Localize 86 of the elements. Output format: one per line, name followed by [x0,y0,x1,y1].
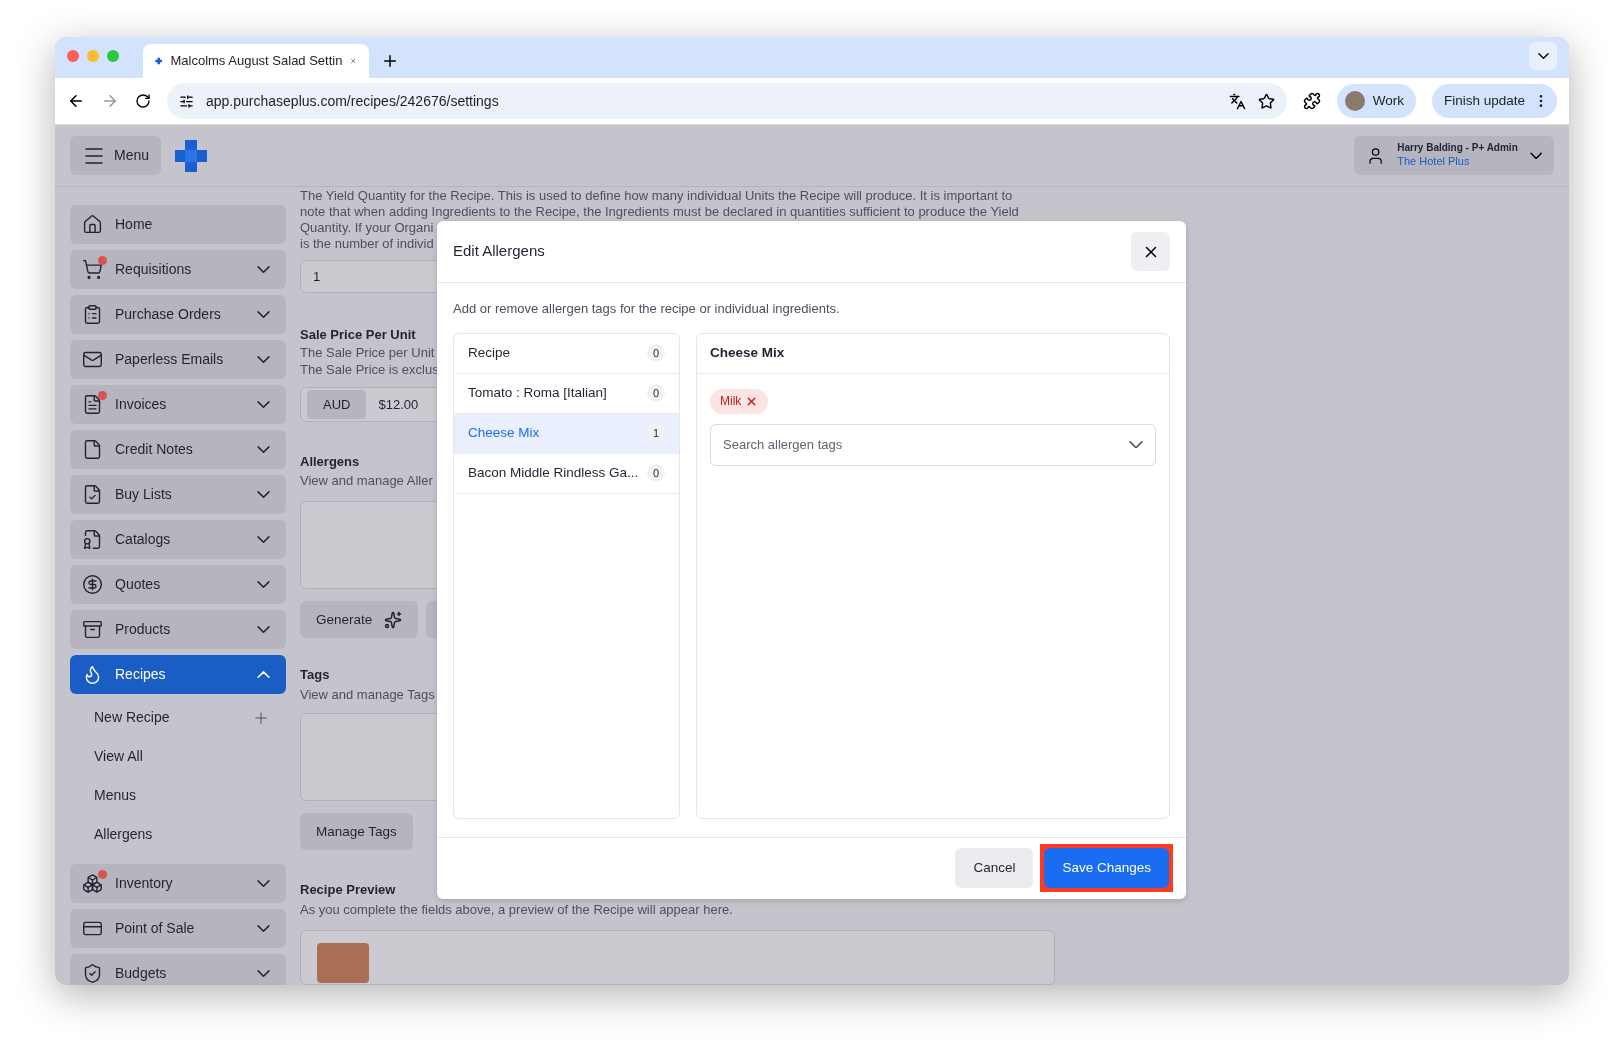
allergen-tag: Milk [710,388,769,414]
reload-icon[interactable] [135,93,151,109]
list-item[interactable]: Cheese Mix 1 [454,413,679,454]
dialog-description: Add or remove allergen tags for the recipe or individual ingredients. [452,300,841,318]
user-name: Harry Balding - P+ Admin [1397,142,1518,155]
shield-icon [82,963,103,984]
list-item[interactable]: Tomato : Roma [Italian] 0 [454,373,679,414]
sidebar-item[interactable]: Invoices [70,385,286,424]
section-heading: Sale Price Per Unit [300,325,416,344]
list-item[interactable]: Bacon Middle Rindless Ga... 0 [454,453,679,494]
finish-update-button[interactable]: Finish update [1431,84,1557,118]
checked-document-icon [82,484,103,505]
sidebar-item[interactable]: Products [70,610,286,649]
extensions-icon[interactable] [1302,92,1321,110]
address-field[interactable]: app.purchaseplus.com/recipes/242676/settings [167,83,1287,119]
sidebar-item[interactable]: Credit Notes [70,430,286,469]
sidebar-item[interactable]: Inventory [70,864,286,903]
sidebar-item[interactable]: Catalogs [70,520,286,559]
cart-icon [82,259,103,280]
avatar-icon [1344,91,1365,111]
document-icon [82,394,103,415]
user-menu[interactable]: Harry Balding - P+ Admin The Hotel Plus [1354,136,1554,175]
section-heading: Recipe Preview [300,881,396,900]
chevron-down-icon [1529,151,1542,160]
description-text: The Sale Price is exclus [300,361,439,379]
site-settings-icon[interactable] [179,93,194,109]
count-badge: 1 [647,424,665,442]
document-icon [82,529,103,550]
forward-icon[interactable] [101,92,119,110]
boxes-icon [82,873,103,894]
star-icon[interactable] [1257,92,1275,110]
photo-placeholder [317,943,369,984]
section-heading: Allergens [300,452,360,471]
description-text: The Yield Quantity for the Recipe. This is used to define how many individual Units the Recipe will produce. It is important to [300,188,1013,204]
sidebar-item[interactable]: Paperless Emails [70,340,286,379]
translate-icon[interactable] [1228,92,1246,110]
dialog-title: Edit Allergens [453,241,545,262]
description-text: The Sale Price per Unit [300,344,435,362]
submenu-link[interactable]: Menus [94,785,270,806]
home-icon [82,214,103,235]
search-select[interactable]: Search allergen tags [710,423,1156,466]
dollar-circle-icon [82,574,103,595]
chevron-down-icon [1537,52,1549,59]
new-tab-icon[interactable] [381,52,399,70]
profile-button[interactable]: Work [1336,84,1416,118]
manage-tags-button[interactable]: Manage Tags [300,813,413,851]
panel-title: Cheese Mix [710,343,785,362]
description-text: is the number of individ [300,236,434,252]
clipboard-icon [82,304,103,325]
sidebar-item[interactable]: Point of Sale [70,909,286,948]
submenu-link[interactable]: New Recipe [94,707,252,728]
count-badge: 0 [647,384,665,402]
currency-label: AUD [307,390,367,420]
list-item[interactable]: Recipe 0 [454,333,679,374]
sidebar-item[interactable]: Recipes [70,655,286,694]
description-text: note that when adding Ingredients to the Recipe, the Ingredients must be declared in quantities sufficient to produce the Yield [300,204,1019,220]
document-icon [82,439,103,460]
count-badge: 0 [647,344,665,362]
sidebar-item[interactable]: Purchase Orders [70,295,286,334]
description-text: Quantity. If your Organi [300,220,434,236]
browser-tab[interactable]: Malcolms August Salad Settin [143,44,369,78]
close-button[interactable] [1131,232,1170,271]
envelope-icon [82,349,103,370]
description-text: As you complete the fields above, a preview of the Recipe will appear here. [300,901,733,919]
cancel-button[interactable]: Cancel [955,848,1034,889]
save-changes-button[interactable]: Save Changes [1044,848,1169,889]
description-text: View and manage Tags [300,685,435,704]
sidebar-item[interactable]: Requisitions [70,250,286,289]
chevron-down-icon [1129,440,1143,449]
tab-list-button[interactable] [1529,42,1557,70]
search-input: Search allergen tags [723,434,1129,455]
submenu-link[interactable]: Allergens [94,824,270,845]
sparkles-icon [384,610,403,629]
sidebar-item[interactable]: Buy Lists [70,475,286,514]
back-icon[interactable] [67,92,85,110]
count-badge: 0 [647,464,665,482]
sidebar-item[interactable]: Home [70,205,286,244]
sidebar-item[interactable]: Quotes [70,565,286,604]
section-heading: Tags [300,666,330,685]
submenu-link[interactable]: View All [94,746,270,767]
description-text: View and manage Aller [300,472,433,491]
organisation-name: The Hotel Plus [1397,154,1471,169]
menu-button[interactable]: Menu [70,136,162,175]
generate-button[interactable]: Generate [300,601,419,639]
sidebar-item[interactable]: Budgets [70,954,286,985]
logo-icon [173,137,210,174]
